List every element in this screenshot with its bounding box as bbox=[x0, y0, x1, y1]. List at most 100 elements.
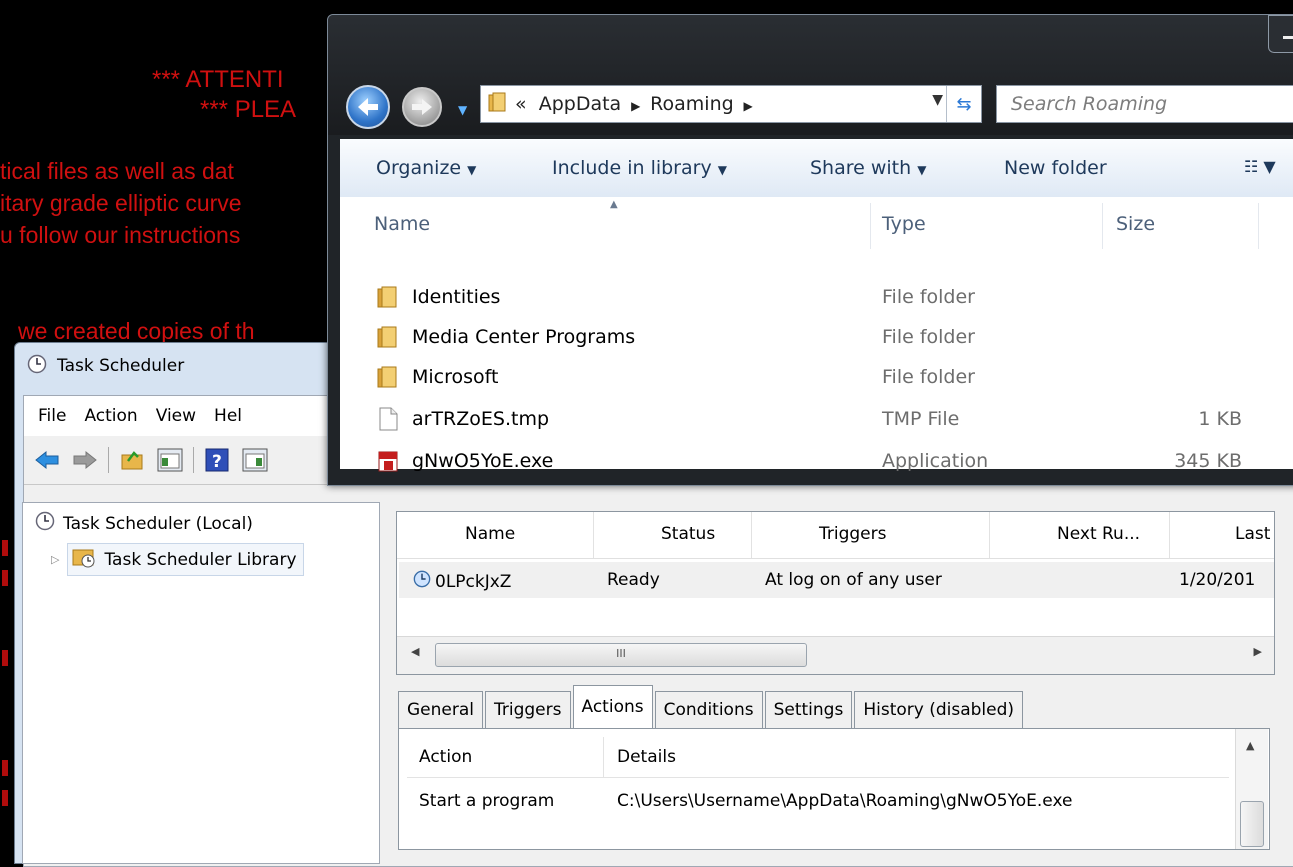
expand-arrow-icon[interactable]: ▷ bbox=[51, 553, 59, 566]
breadcrumb-appdata[interactable]: AppData bbox=[539, 93, 622, 115]
tree-item-label: Task Scheduler (Local) bbox=[63, 513, 253, 534]
file-type: Application bbox=[882, 450, 989, 472]
tab-settings[interactable]: Settings bbox=[764, 691, 853, 728]
tab-general[interactable]: General bbox=[398, 691, 483, 728]
view-options-icon[interactable]: ☷ ▼ bbox=[1244, 157, 1276, 176]
column-divider[interactable] bbox=[603, 737, 604, 777]
column-divider[interactable] bbox=[989, 512, 990, 558]
breadcrumb-separator-icon[interactable]: ▶ bbox=[740, 99, 753, 113]
column-header-next-run[interactable]: Next Ru... bbox=[1057, 524, 1140, 544]
menu-help[interactable]: Hel bbox=[214, 406, 242, 426]
column-header-name[interactable]: Name bbox=[374, 213, 430, 235]
menu-file[interactable]: File bbox=[38, 406, 66, 426]
column-header-details[interactable]: Details bbox=[617, 747, 676, 767]
table-row[interactable]: 0LPckJxZ Ready At log on of any user 1/2… bbox=[399, 562, 1274, 598]
ransom-line-2: itary grade elliptic curve bbox=[0, 190, 242, 216]
menu-view[interactable]: View bbox=[156, 406, 196, 426]
include-in-library-button[interactable]: Include in library ▼ bbox=[552, 157, 727, 179]
scroll-thumb[interactable] bbox=[1240, 801, 1264, 847]
column-header-name[interactable]: Name bbox=[465, 524, 515, 544]
forward-arrow-icon[interactable] bbox=[70, 445, 100, 475]
column-divider[interactable] bbox=[870, 203, 871, 249]
show-hide-console-tree-icon[interactable] bbox=[155, 445, 185, 475]
toolbar-separator bbox=[193, 447, 194, 473]
address-dropdown-icon[interactable]: ▼ bbox=[932, 92, 943, 108]
tab-triggers[interactable]: Triggers bbox=[485, 691, 571, 728]
task-name-cell: 0LPckJxZ bbox=[413, 570, 511, 593]
up-folder-icon[interactable] bbox=[117, 445, 147, 475]
column-header-size[interactable]: Size bbox=[1116, 213, 1155, 235]
forward-button[interactable] bbox=[402, 87, 442, 127]
tab-actions[interactable]: Actions bbox=[572, 685, 653, 728]
tree-item-selection: Task Scheduler Library bbox=[67, 543, 304, 576]
show-hide-action-pane-icon[interactable] bbox=[240, 445, 270, 475]
ransom-fragment bbox=[2, 790, 8, 806]
file-size: 1 KB bbox=[1198, 408, 1242, 430]
file-name: Media Center Programs bbox=[412, 326, 636, 348]
folder-icon bbox=[376, 365, 400, 389]
action-details: C:\Users\Username\AppData\Roaming\gNwO5Y… bbox=[617, 791, 1073, 811]
list-item[interactable]: Identities File folder bbox=[340, 279, 1293, 315]
recent-pages-dropdown-icon[interactable]: ▼ bbox=[458, 103, 467, 117]
scroll-thumb[interactable]: III bbox=[435, 643, 807, 667]
column-divider[interactable] bbox=[751, 512, 752, 558]
list-item[interactable]: arTRZoES.tmp TMP File 1 KB bbox=[340, 401, 1293, 437]
vertical-scrollbar[interactable]: ▲ bbox=[1235, 729, 1268, 849]
minimize-icon bbox=[1283, 36, 1293, 39]
column-header-type[interactable]: Type bbox=[882, 213, 926, 235]
back-arrow-icon bbox=[358, 98, 378, 116]
column-header-triggers[interactable]: Triggers bbox=[819, 524, 887, 544]
explorer-window: ▼ « AppData ▶ Roaming ▶ ▼ ⇆ Search Roami… bbox=[327, 14, 1293, 486]
tree-item-library[interactable]: ▷ Task Scheduler Library bbox=[51, 543, 304, 576]
ransom-fragment bbox=[2, 540, 8, 556]
scroll-right-icon[interactable]: ▶ bbox=[1254, 645, 1262, 658]
column-divider[interactable] bbox=[1102, 203, 1103, 249]
menu-action[interactable]: Action bbox=[84, 406, 137, 426]
task-status: Ready bbox=[607, 570, 660, 590]
list-item[interactable]: gNwO5YoE.exe Application 345 KB bbox=[340, 443, 1293, 479]
search-input[interactable]: Search Roaming bbox=[996, 85, 1293, 123]
breadcrumb-separator-icon[interactable]: ▶ bbox=[627, 99, 644, 113]
list-item[interactable]: Microsoft File folder bbox=[340, 359, 1293, 395]
share-with-button[interactable]: Share with ▼ bbox=[810, 157, 926, 179]
exe-icon bbox=[376, 449, 400, 473]
column-divider[interactable] bbox=[593, 512, 594, 558]
breadcrumb-roaming[interactable]: Roaming bbox=[650, 93, 734, 115]
breadcrumb-overflow[interactable]: « bbox=[515, 93, 527, 115]
chevron-down-icon: ▼ bbox=[717, 163, 727, 177]
list-item[interactable]: Media Center Programs File folder bbox=[340, 319, 1293, 355]
back-arrow-icon[interactable] bbox=[32, 445, 62, 475]
help-icon[interactable]: ? bbox=[202, 445, 232, 475]
column-divider[interactable] bbox=[1258, 203, 1259, 249]
column-header-status[interactable]: Status bbox=[661, 524, 715, 544]
tab-history[interactable]: History (disabled) bbox=[854, 691, 1024, 728]
column-header-last[interactable]: Last bbox=[1235, 524, 1270, 544]
back-button[interactable] bbox=[346, 85, 390, 129]
svg-text:?: ? bbox=[212, 452, 222, 472]
column-header-action[interactable]: Action bbox=[419, 747, 472, 767]
file-type: File folder bbox=[882, 326, 975, 348]
file-size: 345 KB bbox=[1174, 450, 1242, 472]
tree-item-root[interactable]: Task Scheduler (Local) bbox=[35, 511, 253, 536]
folder-clock-icon bbox=[72, 546, 96, 573]
horizontal-scrollbar[interactable]: ◀ III ▶ bbox=[397, 636, 1274, 674]
tab-conditions[interactable]: Conditions bbox=[654, 691, 763, 728]
refresh-icon[interactable]: ⇆ bbox=[946, 86, 981, 122]
clock-icon bbox=[413, 570, 431, 593]
table-row[interactable]: Start a program C:\Users\Username\AppDat… bbox=[407, 781, 1229, 821]
task-list: Name Status Triggers Next Ru... Last 0LP… bbox=[396, 511, 1275, 675]
new-folder-button[interactable]: New folder bbox=[1004, 157, 1107, 179]
file-type: File folder bbox=[882, 366, 975, 388]
organize-button[interactable]: Organize ▼ bbox=[376, 157, 476, 179]
address-bar[interactable]: « AppData ▶ Roaming ▶ ▼ ⇆ bbox=[480, 85, 982, 123]
chevron-down-icon: ▼ bbox=[467, 163, 477, 177]
column-divider[interactable] bbox=[1169, 512, 1170, 558]
ransom-attention-text: *** ATTENTI bbox=[152, 66, 284, 93]
window-title-bar[interactable]: Task Scheduler bbox=[27, 351, 184, 381]
scroll-up-icon[interactable]: ▲ bbox=[1246, 739, 1254, 752]
chevron-down-icon: ▼ bbox=[917, 163, 927, 177]
breadcrumb: « AppData ▶ Roaming ▶ bbox=[515, 93, 753, 115]
file-name: arTRZoES.tmp bbox=[412, 408, 550, 430]
minimize-button[interactable] bbox=[1268, 15, 1293, 53]
scroll-left-icon[interactable]: ◀ bbox=[411, 645, 419, 658]
